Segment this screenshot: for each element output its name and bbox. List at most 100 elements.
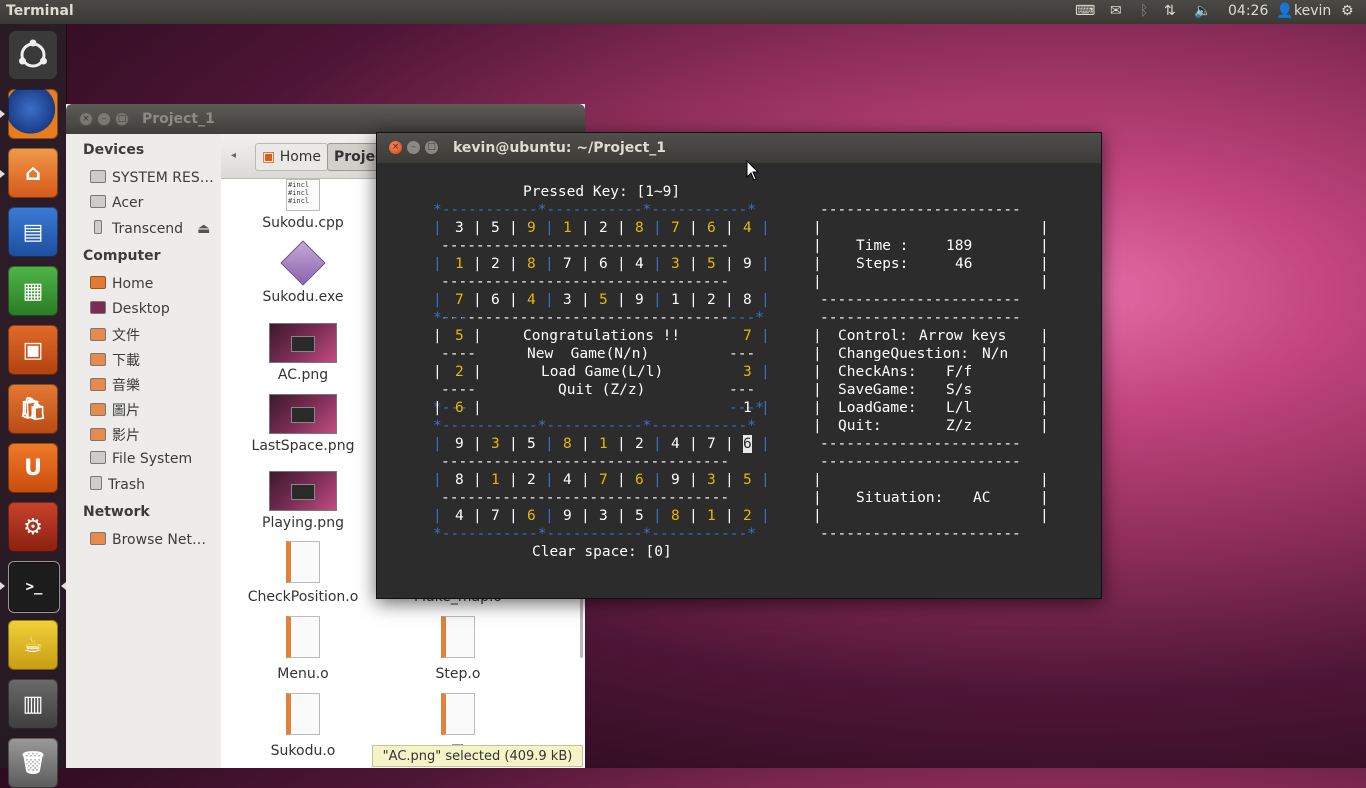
minimize-icon[interactable]: – bbox=[97, 112, 111, 126]
terminal-titlebar[interactable]: × – □ kevin@ubuntu: ~/Project_1 bbox=[377, 133, 1101, 163]
maximize-icon[interactable]: □ bbox=[115, 112, 129, 126]
image-thumbnail-icon bbox=[269, 323, 337, 363]
file-item[interactable]: CheckPosition.o bbox=[233, 541, 373, 605]
system-settings-icon[interactable]: ⚙ bbox=[8, 502, 58, 552]
terminal-icon[interactable]: >_ bbox=[8, 561, 60, 613]
file-item[interactable]: Menu.o bbox=[233, 616, 373, 682]
sidebar-item-pictures[interactable]: 圖片 bbox=[90, 400, 140, 420]
dash-icon[interactable] bbox=[8, 30, 58, 80]
control-value: N/n bbox=[982, 346, 1009, 362]
sidebar-item-browse-network[interactable]: Browse Net… bbox=[90, 532, 206, 552]
bluetooth-icon[interactable]: ᛒ bbox=[1140, 3, 1148, 19]
control-value: L/l bbox=[946, 400, 973, 416]
network-icon[interactable]: ⇅ bbox=[1164, 3, 1176, 19]
sudoku-cell: 5 bbox=[455, 328, 464, 344]
file-item[interactable]: Sukodu.exe bbox=[233, 240, 373, 305]
row-separator: --------------------------------- bbox=[441, 454, 730, 470]
cell-divider: | bbox=[545, 292, 554, 308]
user-name[interactable]: kevin bbox=[1294, 3, 1331, 19]
cell-divider: | bbox=[725, 436, 734, 452]
sidebar-item-downloads[interactable]: 下載 bbox=[90, 350, 140, 370]
file-manager-titlebar[interactable]: × – □ Project_1 bbox=[66, 104, 585, 134]
cell-divider: | bbox=[581, 436, 590, 452]
keyboard-icon[interactable]: ⌨ bbox=[1075, 3, 1095, 19]
selection-status: "AC.png" selected (409.9 kB) bbox=[372, 745, 583, 767]
sudoku-cell: 3 bbox=[743, 364, 752, 380]
eject-icon[interactable]: ⏏ bbox=[197, 221, 210, 237]
window-title: Project_1 bbox=[142, 111, 215, 127]
teapot-icon[interactable]: ☕ bbox=[8, 620, 58, 670]
sidebar-item-trash[interactable]: Trash bbox=[90, 476, 145, 496]
mail-icon[interactable]: ✉ bbox=[1110, 3, 1122, 19]
cell-divider: | bbox=[617, 292, 626, 308]
sudoku-cell: 8 bbox=[563, 436, 572, 452]
cell-divider: | bbox=[545, 508, 554, 524]
sidebar-item-desktop[interactable]: Desktop bbox=[90, 301, 170, 321]
sudoku-cell: 8 bbox=[527, 256, 536, 272]
object-file-icon bbox=[286, 693, 320, 735]
file-item[interactable]: LastSpace.png bbox=[233, 394, 373, 454]
terminal-title: kevin@ubuntu: ~/Project_1 bbox=[453, 140, 667, 156]
steps-label: Steps: bbox=[856, 256, 909, 272]
ubuntu-one-icon[interactable]: U bbox=[8, 443, 58, 493]
sidebar-item-acer[interactable]: Acer bbox=[90, 195, 143, 215]
sudoku-cell: 7 bbox=[455, 292, 464, 308]
close-icon[interactable]: × bbox=[389, 141, 402, 154]
user-icon[interactable]: 👤 bbox=[1276, 3, 1293, 19]
box-border: ----------------------- bbox=[820, 454, 1021, 470]
minimize-icon[interactable]: – bbox=[407, 141, 420, 154]
sidebar-item-music[interactable]: 音樂 bbox=[90, 375, 140, 395]
sudoku-cell: 7 bbox=[563, 256, 572, 272]
software-center-icon[interactable]: 🛍 bbox=[8, 384, 58, 434]
sudoku-cell: 6 bbox=[635, 472, 644, 488]
sudoku-cell: 5 bbox=[491, 220, 500, 236]
volume-icon[interactable]: 🔈 bbox=[1194, 3, 1211, 19]
maximize-icon[interactable]: □ bbox=[425, 141, 438, 154]
breadcrumb-back-icon[interactable]: ◂ bbox=[231, 143, 236, 169]
sudoku-cell: 6 bbox=[455, 400, 464, 416]
terminal-content[interactable]: Pressed Key: [1~9] Clear space: [0] Cong… bbox=[377, 163, 1101, 598]
sudoku-cell: 5 bbox=[635, 508, 644, 524]
steps-value: 46 bbox=[955, 256, 973, 272]
cell-divider: | bbox=[761, 328, 770, 344]
sidebar-item-system-reserved[interactable]: SYSTEM RES… bbox=[90, 170, 214, 190]
sudoku-cell: 7 bbox=[671, 220, 680, 236]
running-indicator-icon bbox=[0, 582, 5, 590]
firefox-icon[interactable] bbox=[8, 89, 58, 139]
workspace-switcher-icon[interactable]: ▥ bbox=[8, 679, 58, 729]
file-item[interactable]: Step.o bbox=[388, 616, 528, 682]
situation-label: Situation: bbox=[856, 490, 944, 506]
file-item[interactable]: Sukodu.o bbox=[233, 693, 373, 759]
control-label: SaveGame: bbox=[838, 382, 917, 398]
clock[interactable]: 04:26 bbox=[1228, 3, 1268, 19]
trash-icon bbox=[90, 476, 102, 490]
file-item[interactable]: Playing.png bbox=[233, 471, 373, 531]
active-app-title: Terminal bbox=[6, 3, 74, 19]
breadcrumb-home[interactable]: ▣ Home bbox=[255, 143, 329, 171]
trash-icon[interactable]: 🗑 bbox=[8, 738, 58, 788]
writer-icon[interactable]: ▤ bbox=[8, 207, 58, 257]
sidebar-item-videos[interactable]: 影片 bbox=[90, 425, 140, 445]
cell-divider: | bbox=[473, 328, 482, 344]
control-label: CheckAns: bbox=[838, 364, 917, 380]
cell-divider: | bbox=[433, 292, 442, 308]
file-item[interactable]: AC.png bbox=[233, 323, 373, 383]
file-item[interactable]: #incl #incl #incl Sukodu.cpp bbox=[233, 179, 373, 231]
sidebar-item-transcend[interactable]: Transcend ⏏ bbox=[90, 220, 210, 240]
close-icon[interactable]: × bbox=[79, 112, 93, 126]
home-folder-icon[interactable]: ⌂ bbox=[8, 148, 58, 198]
sidebar-item-file-system[interactable]: File System bbox=[90, 451, 192, 471]
menu-new-game: New Game(N/n) bbox=[527, 346, 650, 362]
impress-icon[interactable]: ▣ bbox=[8, 325, 58, 375]
calc-icon[interactable]: ▦ bbox=[8, 266, 58, 316]
box-border: | | bbox=[813, 238, 1049, 254]
cell-divider: | bbox=[473, 472, 482, 488]
cell-divider: | bbox=[433, 472, 442, 488]
sidebar-item-documents[interactable]: 文件 bbox=[90, 325, 140, 345]
sudoku-cell: 8 bbox=[455, 472, 464, 488]
cell-divider: | bbox=[473, 364, 482, 380]
sidebar-item-home[interactable]: Home bbox=[90, 276, 153, 296]
home-folder-icon bbox=[90, 276, 106, 289]
cell-divider: | bbox=[689, 292, 698, 308]
session-gear-icon[interactable]: ⚙ bbox=[1341, 3, 1354, 19]
